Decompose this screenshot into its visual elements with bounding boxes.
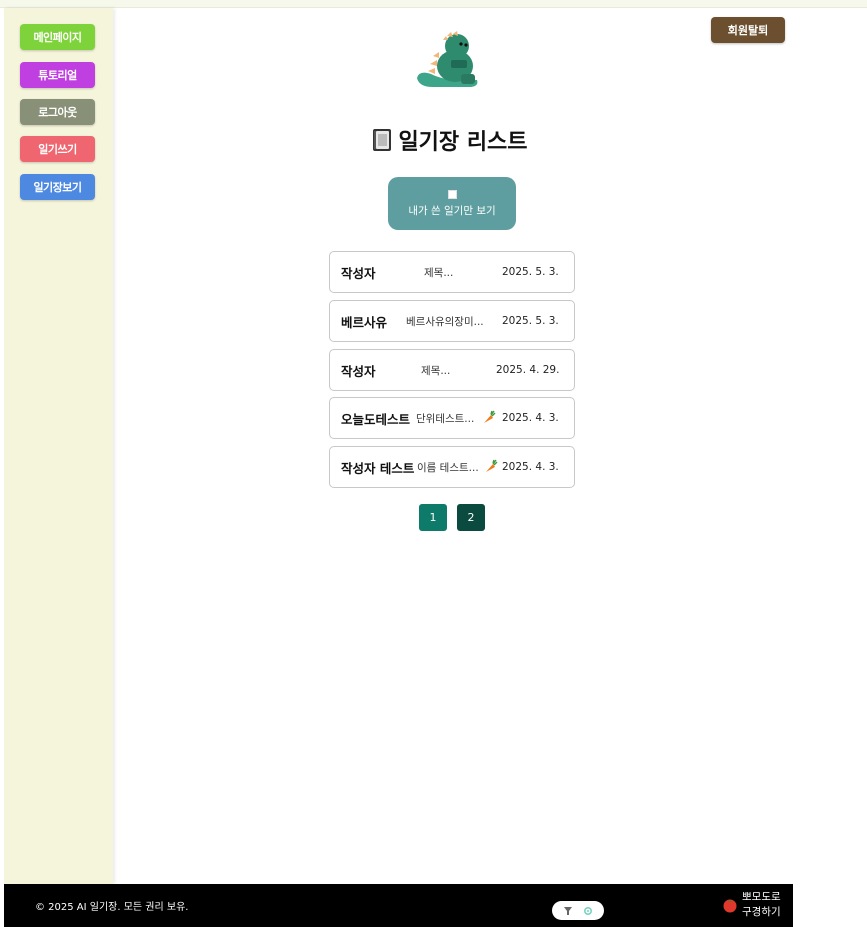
page-title: 일기장 리스트 <box>398 130 528 155</box>
pomodoro-label-line2: 구경하기 <box>742 906 781 918</box>
diary-author: 작성자 <box>341 363 376 379</box>
sidebar: 메인페이지 튜토리얼 로그아웃 일기쓰기 일기장보기 <box>4 8 113 884</box>
sidebar-item-write-diary[interactable]: 일기쓰기 <box>20 136 95 162</box>
diary-author: 오늘도테스트 <box>341 411 411 427</box>
filter-icon <box>564 906 572 915</box>
diary-date: 2025. 4. 3. <box>502 461 559 473</box>
page-title-row: 일기장 리스트 <box>300 124 600 156</box>
theme-toggle[interactable] <box>552 901 604 920</box>
diary-list-item[interactable]: 작성자 제목... 2025. 4. 29. <box>329 349 575 391</box>
diary-list-item[interactable]: 작성자 제목... 2025. 5. 3. <box>329 251 575 293</box>
diary-author: 작성자 <box>341 265 376 281</box>
filter-checkbox[interactable] <box>447 189 457 199</box>
sidebar-item-logout[interactable]: 로그아웃 <box>20 99 95 125</box>
filter-label: 내가 쓴 일기만 보기 <box>408 204 496 217</box>
pomodoro-link[interactable]: 뽀모도로 구경하기 <box>722 890 786 920</box>
carrot-icon <box>484 410 496 423</box>
withdraw-button[interactable]: 회원탈퇴 <box>711 17 785 43</box>
diary-date: 2025. 5. 3. <box>502 266 559 278</box>
footer: © 2025 AI 일기장. 모든 권리 보유. 뽀모도로 구경하기 <box>4 884 793 927</box>
page-button-2[interactable]: 2 <box>457 504 485 531</box>
diary-date: 2025. 5. 3. <box>502 315 559 327</box>
top-strip <box>0 0 867 8</box>
sidebar-item-view-diaries[interactable]: 일기장보기 <box>20 174 95 200</box>
diary-title: 베르사유의장미... <box>406 315 484 328</box>
diary-list-item[interactable]: 작성자 테스트 이름 테스트... 2025. 4. 3. <box>329 446 575 488</box>
notebook-icon <box>373 129 392 151</box>
diary-title: 단위테스트... <box>416 412 475 425</box>
diary-list-item[interactable]: 베르사유 베르사유의장미... 2025. 5. 3. <box>329 300 575 342</box>
gear-icon <box>583 906 593 915</box>
sidebar-item-main-page[interactable]: 메인페이지 <box>20 24 95 50</box>
diary-list-item[interactable]: 오늘도테스트 단위테스트... 2025. 4. 3. <box>329 397 575 439</box>
diary-author: 작성자 테스트 <box>341 460 415 476</box>
diary-title: 이름 테스트... <box>417 461 479 474</box>
copyright-text: © 2025 AI 일기장. 모든 권리 보유. <box>35 902 189 913</box>
diary-title: 제목... <box>421 364 451 377</box>
diary-author: 베르사유 <box>341 314 388 330</box>
diary-date: 2025. 4. 3. <box>502 412 559 424</box>
pomodoro-label-line1: 뽀모도로 <box>742 891 781 903</box>
carrot-icon <box>486 459 498 472</box>
my-diaries-filter-button[interactable]: 내가 쓴 일기만 보기 <box>388 177 516 230</box>
tomato-icon <box>723 899 737 913</box>
dinosaur-mascot-icon <box>417 31 478 87</box>
diary-date: 2025. 4. 29. <box>496 364 560 376</box>
diary-title: 제목... <box>424 266 454 279</box>
page-button-1[interactable]: 1 <box>419 504 447 531</box>
sidebar-item-tutorial[interactable]: 튜토리얼 <box>20 62 95 88</box>
